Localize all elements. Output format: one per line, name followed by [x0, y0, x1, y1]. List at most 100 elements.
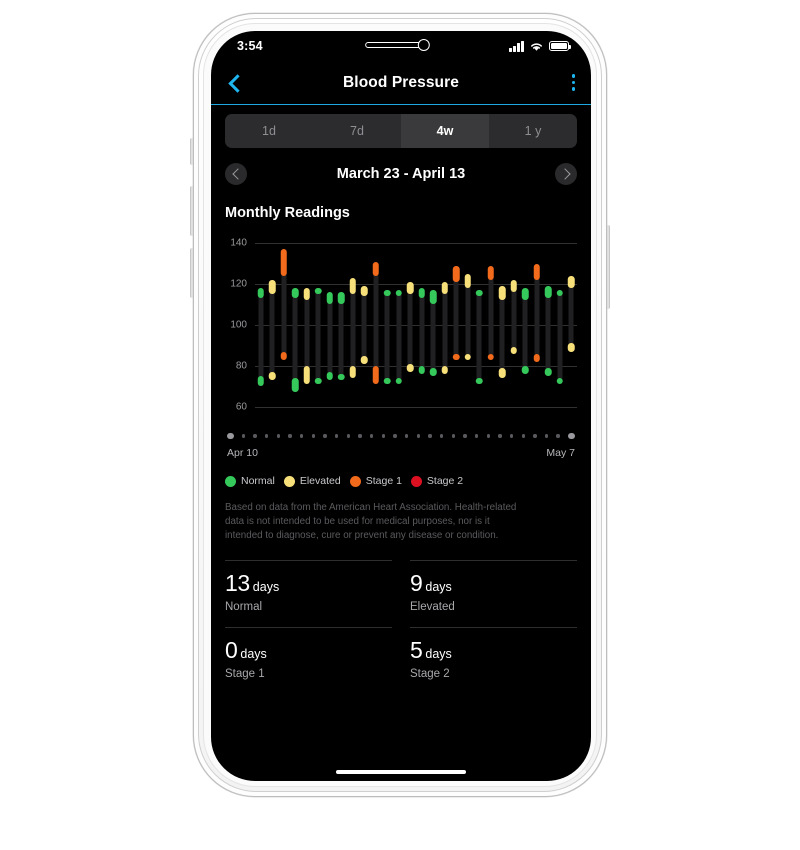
- scrubber-dot[interactable]: [346, 434, 351, 438]
- systolic-marker: [315, 288, 322, 294]
- back-chevron-icon[interactable]: [225, 73, 245, 93]
- chart-reading-column[interactable]: [520, 237, 532, 417]
- diastolic-marker: [315, 378, 322, 384]
- y-axis-tick: 100: [230, 319, 247, 331]
- kebab-dot: [571, 87, 575, 91]
- systolic-marker: [464, 273, 471, 289]
- reading-stem: [361, 286, 367, 364]
- scrubber-dot[interactable]: [300, 434, 304, 438]
- scrubber-dot[interactable]: [486, 434, 490, 438]
- systolic-marker: [475, 290, 483, 296]
- stat-label: Stage 1: [225, 667, 265, 680]
- diastolic-marker: [556, 378, 563, 384]
- scrubber-dot[interactable]: [556, 434, 560, 438]
- diastolic-marker: [430, 367, 437, 377]
- chart-reading-column[interactable]: [485, 237, 497, 417]
- chart-reading-column[interactable]: [439, 237, 451, 417]
- scrubber-dot[interactable]: [404, 434, 409, 438]
- systolic-marker: [441, 282, 448, 295]
- chart-reading-column[interactable]: [301, 237, 313, 417]
- stat-unit: days: [425, 646, 452, 661]
- reading-stem: [269, 279, 275, 381]
- scrubber-dot[interactable]: [451, 434, 455, 438]
- scrubber-dot[interactable]: [428, 434, 432, 438]
- chart-reading-column[interactable]: [554, 237, 566, 417]
- chart-reading-column[interactable]: [473, 237, 485, 417]
- diastolic-marker: [349, 365, 356, 379]
- kebab-menu-icon[interactable]: [571, 74, 575, 91]
- chart-plot-area[interactable]: [255, 237, 577, 417]
- chart-reading-column[interactable]: [416, 237, 428, 417]
- scrubber-dot[interactable]: [498, 434, 502, 438]
- stat-card-normal: 13 days Normal: [225, 559, 392, 627]
- stat-unit: days: [240, 646, 267, 661]
- chart-reading-column[interactable]: [313, 237, 325, 417]
- chart-reading-column[interactable]: [497, 237, 509, 417]
- chart-reading-column[interactable]: [347, 237, 359, 417]
- chart-reading-column[interactable]: [428, 237, 440, 417]
- chart-reading-column[interactable]: [404, 237, 416, 417]
- scrubber-dot[interactable]: [369, 434, 374, 438]
- legend-color-swatch: [225, 475, 236, 487]
- scrubber-handle[interactable]: [568, 432, 575, 440]
- scrubber-dot[interactable]: [533, 434, 537, 438]
- range-option-1d[interactable]: 1d: [225, 114, 313, 148]
- chart-reading-column[interactable]: [336, 237, 348, 417]
- scrubber-dot[interactable]: [311, 434, 316, 438]
- y-axis-tick: 120: [230, 278, 247, 290]
- scrubber-dot[interactable]: [276, 434, 281, 438]
- home-indicator[interactable]: [336, 769, 466, 774]
- scrubber-dot[interactable]: [358, 434, 362, 438]
- scrubber-dot[interactable]: [544, 434, 549, 438]
- systolic-marker: [269, 279, 276, 295]
- reading-stem: [442, 282, 448, 375]
- chart-reading-column[interactable]: [531, 237, 543, 417]
- chart-reading-column[interactable]: [462, 237, 474, 417]
- chart-reading-column[interactable]: [324, 237, 336, 417]
- chart-reading-column[interactable]: [566, 237, 578, 417]
- chart-reading-column[interactable]: [255, 237, 267, 417]
- scrubber-handle[interactable]: [227, 432, 234, 440]
- chart-reading-column[interactable]: [359, 237, 371, 417]
- scrubber-dot[interactable]: [474, 434, 479, 438]
- range-selector[interactable]: 1d 7d 4w 1 y: [225, 114, 577, 148]
- chart-reading-column[interactable]: [393, 237, 405, 417]
- stat-card-elevated: 9 days Elevated: [410, 559, 577, 627]
- scrubber-dot[interactable]: [381, 434, 386, 438]
- section-title: Monthly Readings: [225, 205, 350, 221]
- scrubber-dot[interactable]: [416, 434, 420, 438]
- scrubber-dot[interactable]: [463, 434, 467, 438]
- chart-reading-column[interactable]: [370, 237, 382, 417]
- next-period-button[interactable]: [555, 163, 577, 185]
- chart-reading-column[interactable]: [543, 237, 555, 417]
- scrubber-dot[interactable]: [253, 434, 257, 438]
- scrubber-dot[interactable]: [265, 434, 269, 438]
- prev-period-button[interactable]: [225, 163, 247, 185]
- chart-reading-column[interactable]: [290, 237, 302, 417]
- chart-reading-column[interactable]: [382, 237, 394, 417]
- scrubber-dot[interactable]: [288, 434, 292, 438]
- systolic-marker: [568, 275, 575, 289]
- range-option-1y[interactable]: 1 y: [489, 114, 577, 148]
- chart-reading-column[interactable]: [278, 237, 290, 417]
- scrubber-dot[interactable]: [393, 434, 397, 438]
- scrubber-dot[interactable]: [521, 434, 525, 438]
- scrubber-dot[interactable]: [439, 434, 444, 438]
- scrubber-dot[interactable]: [241, 434, 246, 438]
- chart-reading-column[interactable]: [508, 237, 520, 417]
- chart-scrubber[interactable]: Apr 10 May 7: [211, 417, 591, 459]
- chart-reading-column[interactable]: [267, 237, 279, 417]
- scrubber-dot[interactable]: [509, 434, 514, 438]
- chart-reading-column[interactable]: [451, 237, 463, 417]
- scrubber-dot[interactable]: [335, 434, 339, 438]
- phone-frame: 3:54 Blood Pressure 1d 7d 4w 1 y March 2…: [193, 13, 607, 797]
- scrubber-dot[interactable]: [323, 434, 327, 438]
- scrubber-dots[interactable]: [227, 431, 575, 441]
- stat-number: 5: [410, 636, 423, 663]
- legend-label: Normal: [241, 475, 275, 487]
- stat-card-stage-1: 0 days Stage 1: [225, 626, 392, 694]
- range-option-4w[interactable]: 4w: [401, 114, 489, 148]
- systolic-marker: [338, 292, 345, 305]
- range-option-7d[interactable]: 7d: [313, 114, 401, 148]
- systolic-marker: [349, 277, 356, 295]
